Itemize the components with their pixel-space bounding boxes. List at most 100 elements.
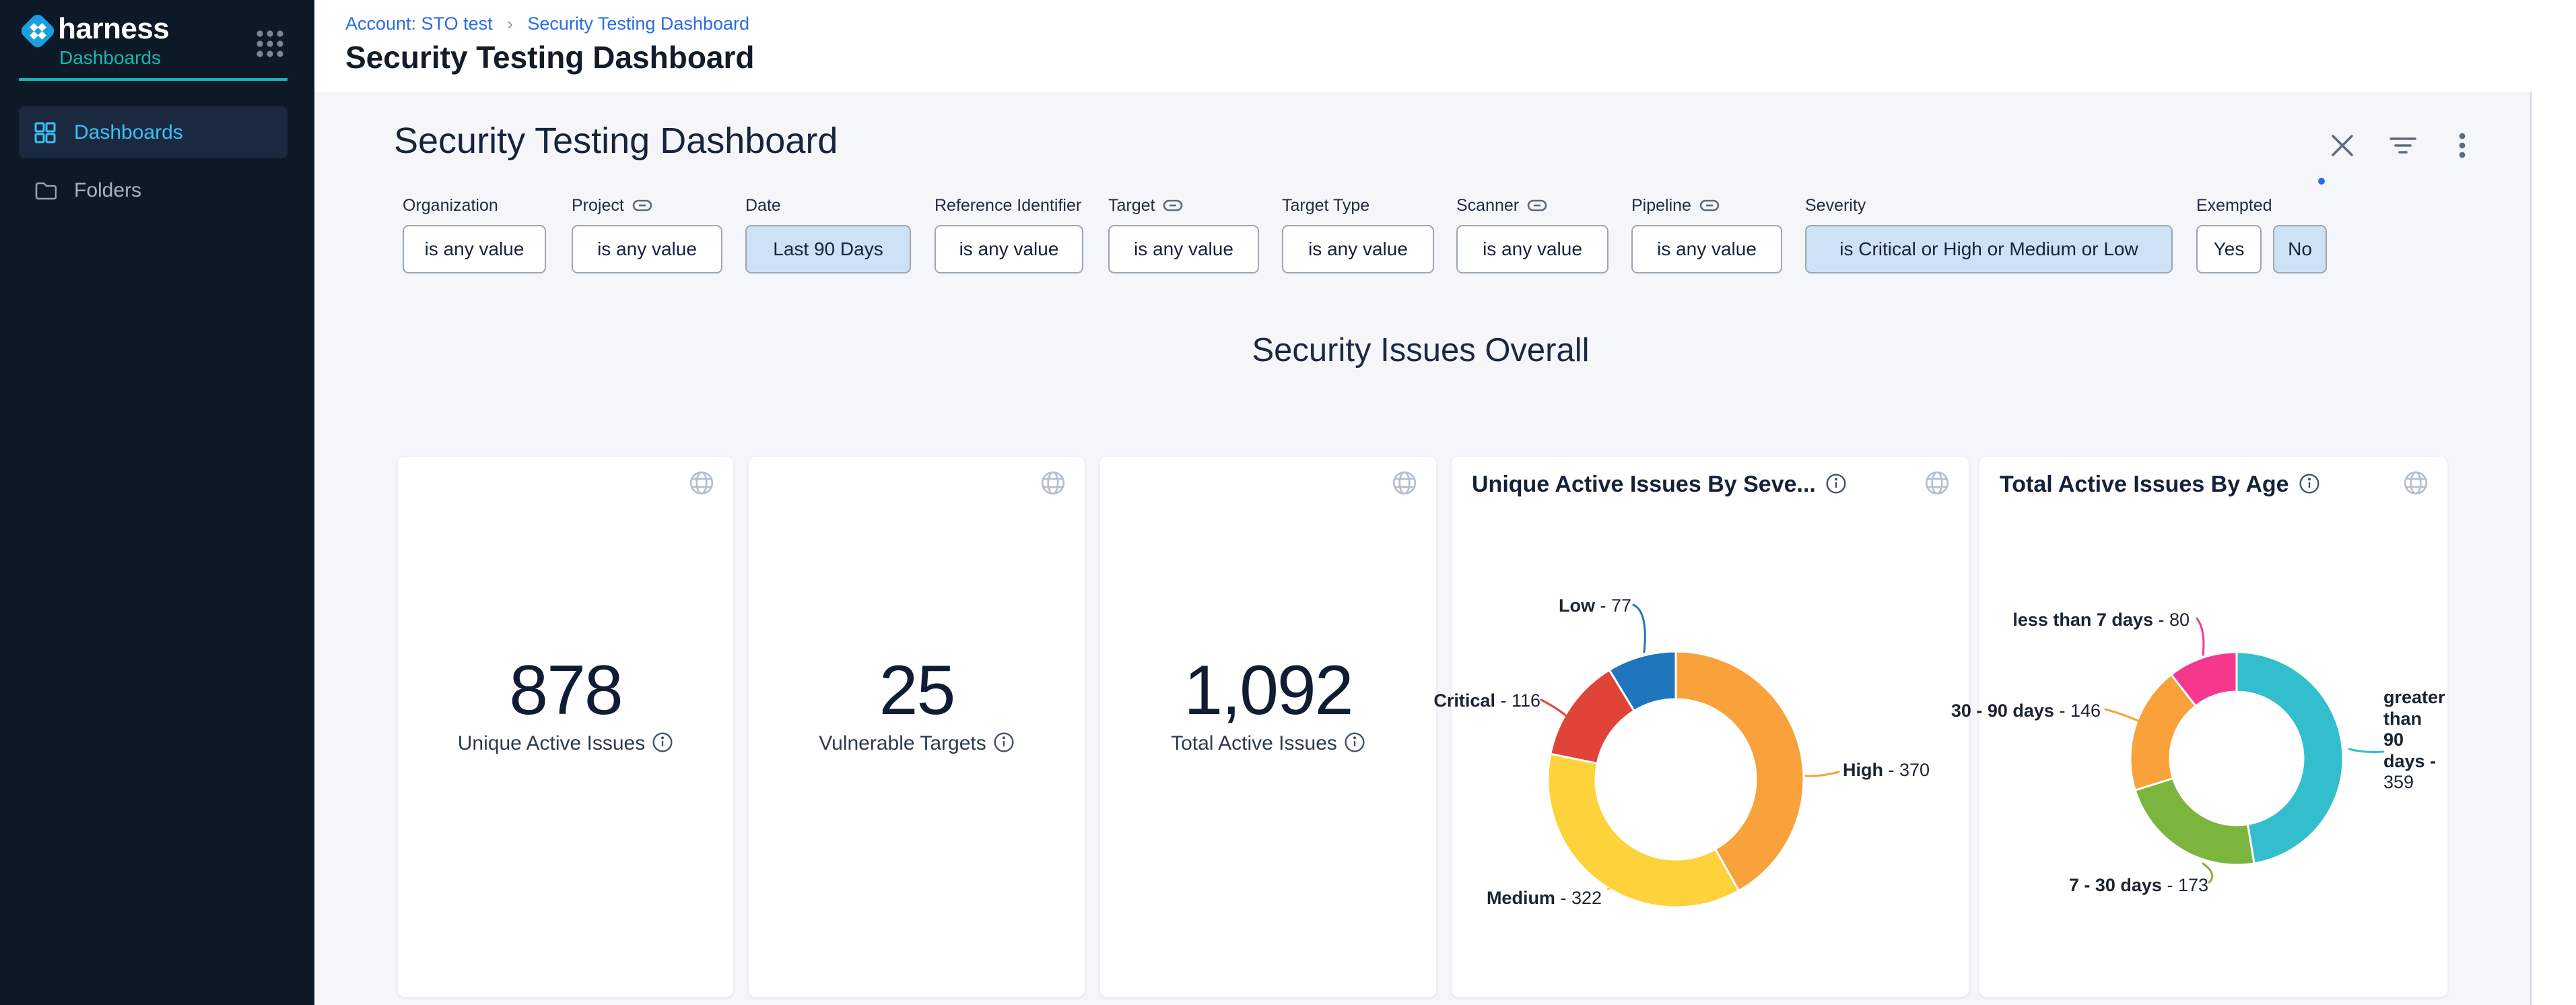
slice-label-less-than-7-days: less than 7 days - 80 [2012,610,2190,630]
breadcrumb: Account: STO test › Security Testing Das… [345,13,749,34]
filter-reference-identifier: Reference Identifier is any value [935,194,1083,273]
filter-label: Pipeline [1631,194,1782,217]
link-icon [1527,199,1547,212]
exempted-no-button[interactable]: No [2273,225,2327,273]
dashboard-toolbar [2328,131,2503,171]
globe-icon[interactable] [2403,470,2429,496]
info-icon[interactable] [2299,473,2320,494]
filter-label: Reference Identifier [935,194,1083,217]
filter-severity: Severity is Critical or High or Medium o… [1805,194,2173,273]
dashboard-title: Security Testing Dashboard [394,120,838,162]
slice-label-7-30-days: 7 - 30 days - 173 [2069,875,2208,896]
filter-project-button[interactable]: is any value [572,225,722,273]
filter-scanner: Scanner is any value [1456,194,1608,273]
stat-label: Unique Active Issues [398,732,733,755]
filter-label: Organization [403,194,546,217]
stat-value: 878 [398,651,733,731]
globe-icon[interactable] [1040,470,1066,496]
leader-line-critical [1541,700,1570,719]
filter-target-type-button[interactable]: is any value [1282,225,1434,273]
filter-reference-identifier-button[interactable]: is any value [935,225,1083,273]
kebab-menu-icon[interactable] [2447,131,2477,160]
dashboard-content: Security Testing Dashboard Organization … [314,92,2530,1005]
donut-slice-7-30-days[interactable] [2135,778,2254,865]
slice-label-medium: Medium - 322 [1487,888,1602,909]
page-title: Security Testing Dashboard [345,39,755,75]
chart-title: Unique Active Issues By Seve... [1472,472,1847,498]
slice-label-high: High - 370 [1843,760,1930,781]
breadcrumb-separator: › [498,13,522,34]
app-root: harness Dashboards Dashboards [0,0,2576,1005]
sidebar-divider [19,78,287,81]
close-icon[interactable] [2328,131,2357,160]
info-icon[interactable] [1344,732,1365,753]
chart-title: Total Active Issues By Age [2000,472,2320,498]
filter-exempted: Exempted Yes No [2196,194,2327,273]
donut-slice-greater-than-90-days[interactable] [2237,652,2343,864]
topbar: Account: STO test › Security Testing Das… [314,0,2576,92]
stat-card-vulnerable-targets: 25 Vulnerable Targets [749,457,1085,997]
info-icon[interactable] [1825,473,1847,494]
breadcrumb-page-link[interactable]: Security Testing Dashboard [527,13,749,34]
stat-card-unique-active-issues: 878 Unique Active Issues [398,457,733,997]
filter-label: Project [572,194,722,217]
filter-target-type: Target Type is any value [1282,194,1434,273]
globe-icon[interactable] [1392,470,1417,496]
notification-dot [2318,178,2325,185]
brand-name: harness [58,12,169,46]
sidebar: harness Dashboards Dashboards [0,0,314,1005]
filter-target-button[interactable]: is any value [1108,225,1259,273]
donut-slice-high[interactable] [1676,651,1804,890]
leader-line-less-than-7-days [2197,618,2204,655]
filter-date-button[interactable]: Last 90 Days [745,225,911,273]
link-icon [1163,199,1183,212]
filter-target: Target is any value [1108,194,1259,273]
sidebar-item-folders[interactable]: Folders [19,164,287,216]
filter-scanner-button[interactable]: is any value [1456,225,1608,273]
info-icon[interactable] [652,732,673,753]
filter-label: Target Type [1282,194,1434,217]
link-icon [1699,199,1720,212]
right-scroll-gutter[interactable] [2530,92,2576,1005]
filter-label: Severity [1805,194,2173,217]
sidebar-item-label: Folders [74,179,141,202]
chart-card-unique-active-issues-by-severity: Unique Active Issues By Seve... Low - 77… [1452,457,1969,997]
module-grid-icon[interactable] [255,28,285,59]
slice-label-low: Low - 77 [1559,595,1631,616]
stat-value: 25 [749,651,1085,731]
filter-pipeline-button[interactable]: is any value [1631,225,1782,273]
stat-value: 1,092 [1100,651,1436,731]
dashboards-icon [34,121,57,144]
harness-logo-icon [20,13,55,48]
brand-row: harness Dashboards [20,12,296,73]
donut-slice-medium[interactable] [1548,754,1739,907]
globe-icon[interactable] [689,470,714,496]
slice-label-30-90-days: 30 - 90 days - 146 [1951,701,2101,721]
filter-label: Target [1108,194,1259,217]
chart-card-total-active-issues-by-age: Total Active Issues By Age less than 7 d… [1979,457,2447,997]
leader-line-high [1806,772,1839,776]
filter-icon[interactable] [2388,131,2418,160]
section-title: Security Issues Overall [394,331,2447,369]
slice-label-critical: Critical - 116 [1433,690,1540,711]
brand-product-label: Dashboards [59,47,161,69]
globe-icon[interactable] [1924,470,1950,496]
sidebar-item-dashboards[interactable]: Dashboards [19,106,287,158]
filter-organization-button[interactable]: is any value [403,225,546,273]
exempted-yes-button[interactable]: Yes [2196,225,2262,273]
filter-severity-button[interactable]: is Critical or High or Medium or Low [1805,225,2173,273]
filter-date: Date Last 90 Days [745,194,911,273]
filter-project: Project is any value [572,194,722,273]
stat-label: Total Active Issues [1100,732,1436,755]
leader-line-low [1633,605,1645,652]
filter-pipeline: Pipeline is any value [1631,194,1782,273]
sidebar-item-label: Dashboards [74,121,183,144]
age-donut-chart[interactable] [1979,566,2447,997]
breadcrumb-account-link[interactable]: Account: STO test [345,13,493,34]
filter-label: Scanner [1456,194,1608,217]
leader-line-greater-than-90-days [2349,749,2383,752]
filter-organization: Organization is any value [403,194,546,273]
info-icon[interactable] [993,732,1015,753]
filter-label: Date [745,194,911,217]
severity-donut-chart[interactable] [1452,566,1969,997]
